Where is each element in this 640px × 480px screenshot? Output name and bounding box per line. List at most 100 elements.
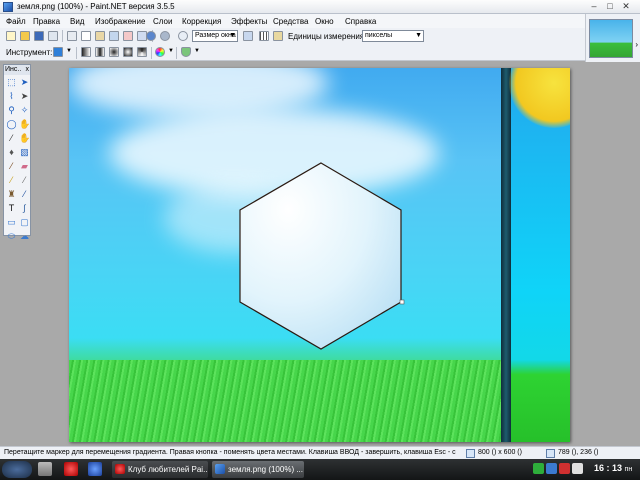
deselect-icon[interactable]	[123, 31, 133, 41]
menu-bar: Файл Правка Вид Изображение Слои Коррекц…	[0, 14, 640, 28]
linear-gradient-icon[interactable]	[81, 47, 91, 57]
paintnet-app-icon	[3, 2, 13, 12]
menu-adjustments[interactable]: Коррекция	[182, 17, 221, 26]
opera-icon[interactable]	[64, 462, 78, 476]
undo-icon[interactable]	[146, 31, 156, 41]
diamond-gradient-icon[interactable]	[109, 47, 119, 57]
zoom-icon[interactable]: ⚲	[6, 105, 17, 116]
move-selected-icon[interactable]: ➤	[19, 91, 30, 102]
conical-gradient-icon[interactable]	[137, 47, 147, 57]
menu-file[interactable]: Файл	[6, 17, 26, 26]
toolbar-separator	[76, 47, 77, 59]
cursor-position: 789 (), 236 ()	[558, 449, 599, 456]
menu-effects[interactable]: Эффекты	[231, 17, 267, 26]
gradient-icon[interactable]: ▧	[19, 147, 30, 158]
paint-bucket-icon[interactable]: ♦	[6, 147, 17, 158]
crop-icon[interactable]	[109, 31, 119, 41]
pencil-icon[interactable]: ⁄	[6, 175, 17, 186]
ellipse-shape-icon[interactable]: ⬭	[6, 231, 17, 242]
chevron-down-icon: ▼	[415, 32, 422, 39]
menu-edit[interactable]: Правка	[33, 17, 60, 26]
opera-icon	[115, 464, 125, 474]
chevron-down-icon[interactable]: ▼	[194, 48, 200, 54]
show-desktop-icon[interactable]	[38, 462, 52, 476]
image-thumbnail[interactable]	[589, 19, 633, 58]
start-button[interactable]	[2, 461, 32, 478]
blend-mode-icon[interactable]	[181, 47, 191, 57]
zoom-combo[interactable]: Размер окна ▼	[192, 30, 238, 42]
units-label: Единицы измерения:	[288, 32, 367, 41]
gradient-tool-icon[interactable]	[53, 47, 63, 57]
eraser-icon[interactable]: ▰	[19, 161, 30, 172]
image-canvas[interactable]	[69, 68, 570, 442]
recolor-icon[interactable]: ⁄	[19, 189, 30, 200]
menu-layers[interactable]: Слои	[153, 17, 172, 26]
taskbar-task-opera[interactable]: Клуб любителей Pai...	[112, 461, 208, 478]
units-value: пикселы	[365, 32, 393, 39]
hexagon-selection[interactable]	[69, 68, 570, 442]
color-picker-icon[interactable]: ⁄	[19, 175, 30, 186]
line-curve-icon[interactable]: ∫	[19, 203, 30, 214]
hand-icon[interactable]: ✋	[19, 133, 30, 144]
minimize-button[interactable]: –	[588, 2, 600, 12]
maximize-button[interactable]: □	[604, 2, 616, 12]
clock[interactable]: 16 : 13 пн	[594, 463, 632, 473]
zoom-in-icon[interactable]	[243, 31, 253, 41]
radial-gradient-icon[interactable]	[123, 47, 133, 57]
tray-security-icon[interactable]	[546, 463, 557, 474]
paste-icon[interactable]	[95, 31, 105, 41]
gradient-handle[interactable]	[399, 299, 405, 305]
magic-wand-icon[interactable]: ⁄	[6, 133, 17, 144]
close-button[interactable]: ✕	[620, 2, 632, 12]
ruler-icon[interactable]	[273, 31, 283, 41]
tray-network-icon[interactable]	[533, 463, 544, 474]
status-hint: Перетащите маркер для перемещения градие…	[4, 449, 456, 456]
menu-view[interactable]: Вид	[70, 17, 84, 26]
cursor-position-icon	[546, 449, 555, 458]
rectangle-shape-icon[interactable]: ▭	[6, 217, 17, 228]
print-icon[interactable]	[48, 31, 58, 41]
cut-icon[interactable]	[67, 31, 77, 41]
text-icon[interactable]: T	[6, 203, 17, 214]
save-icon[interactable]	[34, 31, 44, 41]
open-file-icon[interactable]	[20, 31, 30, 41]
rounded-rectangle-icon[interactable]: ▢	[19, 217, 30, 228]
grid-icon[interactable]	[259, 31, 269, 41]
paintbrush-icon[interactable]: ⁄	[6, 161, 17, 172]
chevron-down-icon[interactable]: ▼	[66, 48, 72, 54]
ellipse-select-icon[interactable]: ◯	[6, 119, 17, 130]
menu-help[interactable]: Справка	[345, 17, 376, 26]
tool-label: Инструмент:	[6, 48, 53, 57]
magic-wand-select-icon[interactable]: ✧	[19, 105, 30, 116]
taskbar-task-paintnet[interactable]: земля.png (100%) ...	[212, 461, 304, 478]
menu-window[interactable]: Окно	[315, 17, 334, 26]
freeform-shape-icon[interactable]: ☁	[19, 231, 30, 242]
menu-utilities[interactable]: Средства	[273, 17, 308, 26]
tray-antivirus-icon[interactable]	[559, 463, 570, 474]
clone-stamp-icon[interactable]: ♜	[6, 189, 17, 200]
zoom-icon[interactable]	[178, 31, 188, 41]
move-selection-icon[interactable]: ➤	[19, 77, 30, 88]
hexagon-shape	[239, 162, 402, 350]
redo-icon[interactable]	[160, 31, 170, 41]
units-combo[interactable]: пикселы ▼	[362, 30, 424, 42]
new-file-icon[interactable]	[6, 31, 16, 41]
lasso-select-icon[interactable]: ⌇	[6, 91, 17, 102]
reflected-gradient-icon[interactable]	[95, 47, 105, 57]
quicklaunch-app-icon[interactable]	[88, 462, 102, 476]
tools-window-close[interactable]: x	[26, 65, 30, 75]
thumbnail-scroll-arrow[interactable]: ›	[635, 40, 638, 49]
task-label: Клуб любителей Pai...	[128, 465, 208, 474]
main-toolbar: Размер окна ▼ Единицы измерения: пикселы…	[0, 28, 585, 45]
rectangle-select-icon[interactable]: ⬚	[6, 77, 17, 88]
pan-icon[interactable]: ✋	[19, 119, 30, 130]
tools-window-header[interactable]: Инс.. x	[4, 65, 30, 75]
tray-volume-icon[interactable]	[572, 463, 583, 474]
chevron-down-icon[interactable]: ▼	[168, 48, 174, 54]
menu-image[interactable]: Изображение	[95, 17, 145, 26]
tool-options-toolbar: Инструмент: ▼ ▼ ▼	[0, 45, 585, 61]
image-size: 800 () x 600 ()	[478, 449, 522, 456]
color-mode-icon[interactable]	[155, 47, 165, 57]
image-size-icon	[466, 449, 475, 458]
copy-icon[interactable]	[81, 31, 91, 41]
